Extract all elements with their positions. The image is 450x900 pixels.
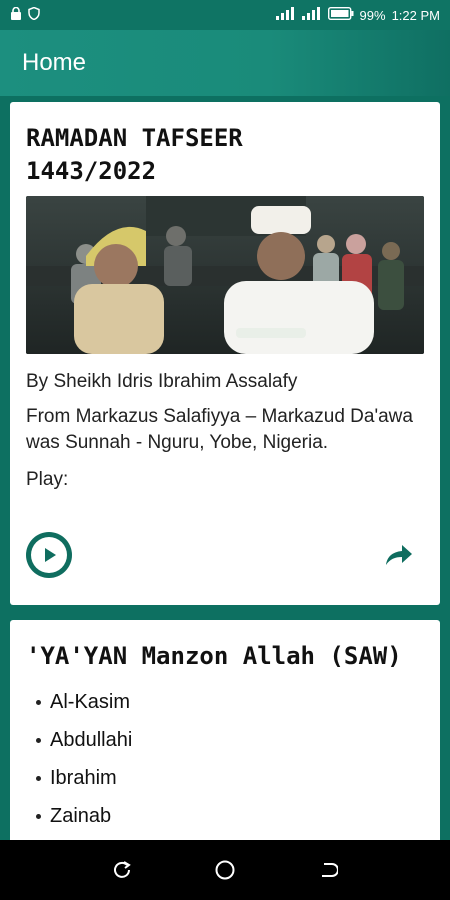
list-item: Abdullahi (26, 721, 424, 759)
battery-percentage: 99% (359, 7, 386, 23)
bullet-icon (36, 775, 41, 781)
video-thumbnail[interactable] (26, 196, 424, 354)
battery-icon (327, 6, 354, 23)
card-title-line1: RAMADAN TAFSEER (26, 124, 243, 152)
list-item-label: Abdullahi (50, 729, 133, 751)
shield-icon (28, 6, 40, 23)
list-item: Ibrahim (26, 759, 424, 797)
back-button[interactable] (313, 855, 343, 885)
card-title-line2: 1443/2022 (26, 157, 157, 185)
play-label: Play: (26, 469, 69, 490)
list-item-label: Al-Kasim (50, 691, 131, 713)
play-button[interactable] (26, 532, 72, 578)
system-navigation-bar (0, 840, 450, 900)
play-icon (31, 537, 67, 573)
children-list: Al-Kasim Abdullahi Ibrahim Zainab (26, 683, 424, 835)
list-item-label: Zainab (50, 805, 112, 827)
list-item: Al-Kasim (26, 683, 424, 721)
author-text: By Sheikh Idris Ibrahim Assalafy (26, 371, 298, 392)
app-bar: Home (0, 30, 450, 96)
bullet-icon (36, 699, 41, 705)
clock: 1:22 PM (391, 7, 440, 23)
lock-icon (10, 6, 22, 23)
status-bar: 99% 1:22 PM (0, 0, 450, 30)
home-icon (215, 860, 235, 880)
recent-apps-icon (113, 861, 131, 878)
recent-apps-button[interactable] (107, 855, 137, 885)
tafseer-card[interactable]: RAMADAN TAFSEER 1443/2022 By Sheikh Idri… (10, 102, 440, 605)
thumbnail-image (26, 196, 424, 354)
bullet-icon (36, 737, 41, 743)
card-title: RAMADAN TAFSEER 1443/2022 (26, 122, 424, 188)
page-title: Home (22, 49, 87, 76)
description-text: From Markazus Salafiyya – Markazud Da'aw… (26, 406, 413, 453)
children-card[interactable]: 'YA'YAN Manzon Allah (SAW) Al-Kasim Abdu… (10, 620, 440, 840)
list-item: Zainab (26, 797, 424, 835)
list-item-label: Ibrahim (50, 767, 117, 789)
main-content[interactable]: RAMADAN TAFSEER 1443/2022 By Sheikh Idri… (0, 96, 450, 840)
back-icon (322, 863, 339, 877)
share-button[interactable] (382, 538, 416, 572)
home-button[interactable] (210, 855, 240, 885)
signal-icon (301, 7, 322, 23)
card-actions (26, 532, 424, 578)
bullet-icon (36, 813, 41, 819)
signal-icon (275, 7, 296, 23)
share-icon (386, 545, 412, 565)
card-title: 'YA'YAN Manzon Allah (SAW) (26, 642, 402, 670)
